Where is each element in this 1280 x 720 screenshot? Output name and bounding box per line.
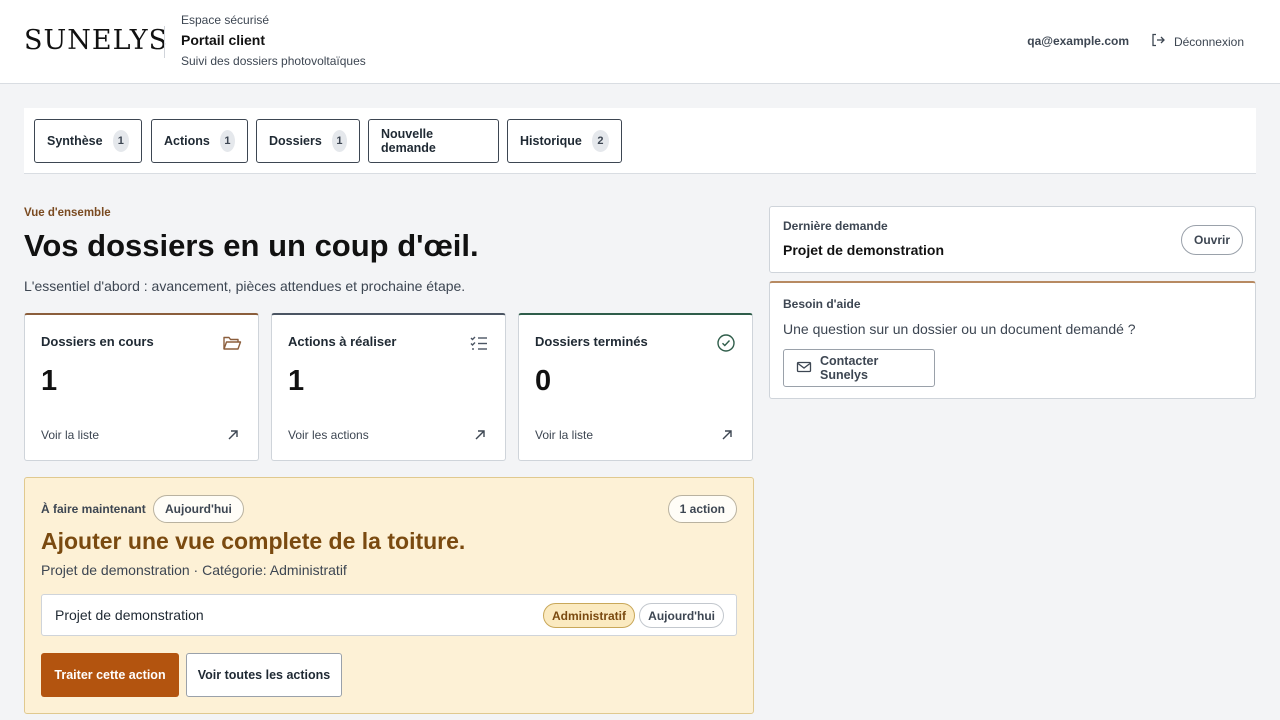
- view-all-actions-button[interactable]: Voir toutes les actions: [186, 653, 342, 697]
- logout-icon: [1150, 32, 1166, 51]
- stat-card-dossiers-termines[interactable]: Dossiers terminés 0 Voir la liste: [518, 313, 753, 461]
- last-request-title: Projet de demonstration: [783, 242, 945, 258]
- last-request-eyebrow: Dernière demande: [783, 219, 888, 233]
- tab-count-badge: 1: [219, 130, 235, 152]
- action-meta: Projet de demonstration · Catégorie: Adm…: [41, 562, 347, 578]
- stat-link[interactable]: Voir la liste: [41, 428, 99, 442]
- action-eyebrow: À faire maintenant: [41, 502, 146, 516]
- check-circle-icon: [716, 333, 736, 353]
- page-title: Vos dossiers en un coup d'œil.: [24, 228, 479, 263]
- app-header: SUNELYS Espace sécurisé Portail client S…: [0, 0, 1280, 84]
- action-title: Ajouter une vue complete de la toiture.: [41, 528, 466, 554]
- overview-eyebrow: Vue d'ensemble: [24, 207, 111, 219]
- stat-link[interactable]: Voir la liste: [535, 428, 593, 442]
- tab-count-badge: 2: [591, 130, 609, 152]
- logout-button[interactable]: Déconnexion: [1150, 32, 1244, 51]
- sunelys-logo[interactable]: SUNELYS: [24, 27, 168, 55]
- project-name: Projet de demonstration: [55, 607, 204, 623]
- contact-button[interactable]: Contacter Sunelys: [783, 349, 935, 387]
- stat-label: Dossiers terminés: [535, 334, 648, 349]
- stat-label: Dossiers en cours: [41, 334, 154, 349]
- stat-value: 1: [288, 365, 305, 397]
- mail-icon: [796, 359, 812, 378]
- folder-open-icon: [222, 333, 242, 353]
- process-action-button[interactable]: Traiter cette action: [41, 653, 179, 697]
- portal-subtitle: Suivi des dossiers photovoltaïques: [181, 54, 366, 68]
- contact-label: Contacter Sunelys: [820, 354, 879, 382]
- category-tag: Administratif: [542, 603, 635, 628]
- tab-label: Dossiers: [269, 134, 322, 148]
- portal-title: Portail client: [181, 32, 266, 48]
- header-eyebrow: Espace sécurisé: [181, 13, 270, 27]
- tab-synthese[interactable]: Synthèse 1: [34, 119, 142, 163]
- last-request-card: Dernière demande Projet de demonstration…: [769, 206, 1256, 273]
- stat-link[interactable]: Voir les actions: [288, 428, 369, 442]
- stat-value: 1: [41, 365, 58, 397]
- stat-label: Actions à réaliser: [288, 334, 397, 349]
- tabs-bar: Synthèse 1 Actions 1 Dossiers 1 Nouvelle…: [24, 108, 1256, 174]
- user-email: qa@example.com: [1027, 34, 1129, 48]
- due-date-pill: Aujourd'hui: [153, 495, 244, 523]
- stat-value: 0: [535, 365, 552, 397]
- tab-label: Nouvelle demande: [381, 127, 436, 155]
- header-titles: Espace sécurisé Portail client Suivi des…: [181, 12, 366, 70]
- arrow-up-right-icon: [720, 428, 734, 442]
- action-project-row[interactable]: Projet de demonstration Administratif Au…: [41, 594, 737, 636]
- page-subtitle: L'essentiel d'abord : avancement, pièces…: [24, 278, 466, 294]
- tab-dossiers[interactable]: Dossiers 1: [256, 119, 360, 163]
- help-text: Une question sur un dossier ou un docume…: [783, 321, 1136, 337]
- checklist-icon: [469, 333, 489, 353]
- tab-count-badge: 1: [331, 130, 347, 152]
- arrow-up-right-icon: [226, 428, 240, 442]
- header-divider: [164, 26, 165, 58]
- tab-nouvelle-demande[interactable]: Nouvelle demande: [368, 119, 499, 163]
- stat-card-actions[interactable]: Actions à réaliser 1 Voir les actions: [271, 313, 506, 461]
- tab-label: Synthèse: [47, 134, 103, 148]
- logout-label: Déconnexion: [1173, 34, 1244, 49]
- help-card: Besoin d'aide Une question sur un dossie…: [769, 281, 1256, 399]
- open-request-button[interactable]: Ouvrir: [1180, 225, 1243, 255]
- arrow-up-right-icon: [473, 428, 487, 442]
- tab-historique[interactable]: Historique 2: [507, 119, 622, 163]
- tab-label: Actions: [164, 134, 210, 148]
- action-count-pill: 1 action: [667, 495, 737, 523]
- next-action-card: À faire maintenant Aujourd'hui 1 action …: [24, 477, 754, 714]
- tab-count-badge: 1: [112, 130, 129, 152]
- stat-card-dossiers-en-cours[interactable]: Dossiers en cours 1 Voir la liste: [24, 313, 259, 461]
- due-tag: Aujourd'hui: [639, 603, 724, 628]
- tab-label: Historique: [520, 134, 582, 148]
- tab-actions[interactable]: Actions 1: [151, 119, 248, 163]
- help-eyebrow: Besoin d'aide: [783, 297, 861, 311]
